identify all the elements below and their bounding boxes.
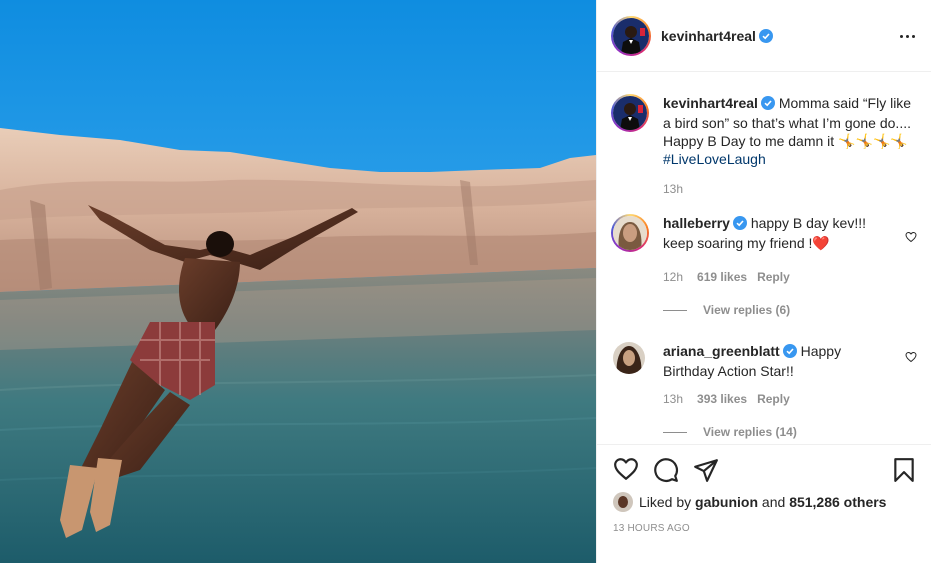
share-icon[interactable] (693, 457, 719, 488)
comment-text: halleberry happy B day kev!!! keep soari… (663, 214, 891, 252)
verified-badge-icon (758, 29, 773, 48)
verified-badge-icon (760, 96, 775, 114)
likes-others-link[interactable]: 851,286 others (789, 494, 886, 510)
commenter-avatar[interactable] (613, 342, 645, 374)
caption-time[interactable]: 13h (663, 180, 913, 198)
comment-meta: 13h 393 likes Reply (663, 392, 790, 406)
comment-time[interactable]: 12h (663, 270, 683, 284)
likes-middle: and (758, 494, 790, 510)
post-side-panel: kevinhart4real kevinhart4real Momma said… (596, 0, 931, 563)
verified-badge-icon (782, 344, 797, 362)
liker-username[interactable]: gabunion (695, 494, 758, 510)
caption-author-avatar[interactable] (611, 94, 649, 132)
comment-like-heart-icon[interactable] (905, 230, 917, 248)
caption-username[interactable]: kevinhart4real (663, 95, 758, 111)
author-avatar[interactable] (611, 16, 651, 56)
reply-button[interactable]: Reply (757, 270, 790, 284)
more-options-icon[interactable] (896, 26, 918, 46)
comment-likes[interactable]: 619 likes (697, 270, 747, 284)
comment-icon[interactable] (653, 457, 679, 488)
reply-button[interactable]: Reply (757, 392, 790, 406)
hashtag-link[interactable]: #LiveLoveLaugh (663, 151, 766, 167)
comment-text: ariana_greenblatt Happy Birthday Action … (663, 342, 891, 380)
view-replies-button[interactable]: View replies (6) (663, 303, 790, 317)
heart-icon[interactable] (613, 457, 639, 486)
post-header: kevinhart4real (597, 0, 931, 72)
verified-badge-icon (732, 216, 747, 234)
caption-text: kevinhart4real Momma said “Fly like a bi… (663, 94, 913, 198)
likes-summary: Liked by gabunion and 851,286 others (613, 492, 886, 512)
bookmark-icon[interactable] (893, 457, 915, 488)
view-replies-label[interactable]: View replies (14) (703, 425, 797, 439)
post-photo[interactable] (0, 0, 596, 563)
post-timestamp[interactable]: 13 HOURS AGO (613, 523, 690, 534)
comment-like-heart-icon[interactable] (905, 350, 917, 368)
caption-emojis: 🤸🤸🤸🤸 (838, 133, 908, 149)
liker-avatar[interactable] (613, 492, 633, 512)
commenter-avatar[interactable] (611, 214, 649, 252)
comment-emoji: ❤️ (812, 235, 830, 251)
comment-time[interactable]: 13h (663, 392, 683, 406)
view-replies-button[interactable]: View replies (14) (663, 425, 797, 439)
comment-likes[interactable]: 393 likes (697, 392, 747, 406)
divider-line (663, 431, 687, 433)
comment-item: ariana_greenblatt Happy Birthday Action … (611, 342, 917, 422)
likes-prefix: Liked by (639, 494, 696, 510)
comment-item: halleberry happy B day kev!!! keep soari… (611, 214, 917, 294)
divider-line (663, 309, 687, 311)
comment-username[interactable]: halleberry (663, 215, 730, 231)
comment-username[interactable]: ariana_greenblatt (663, 343, 780, 359)
post-actions: Liked by gabunion and 851,286 others 13 … (597, 444, 931, 563)
author-username[interactable]: kevinhart4real (661, 28, 756, 44)
comment-meta: 12h 619 likes Reply (663, 270, 790, 284)
photo-diver-lake (0, 0, 596, 563)
view-replies-label[interactable]: View replies (6) (703, 303, 790, 317)
